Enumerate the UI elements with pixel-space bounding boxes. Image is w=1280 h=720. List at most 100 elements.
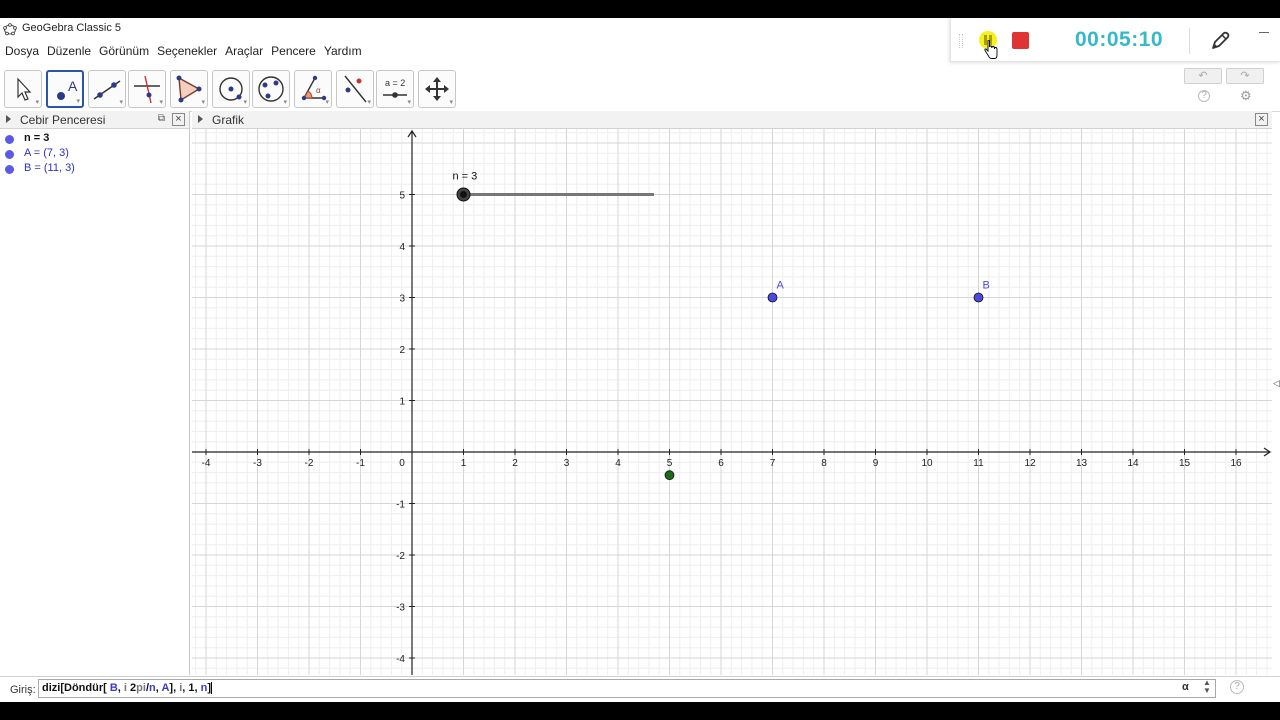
- y-tick-label: 4: [399, 242, 405, 253]
- x-tick-label: 6: [718, 458, 724, 469]
- geogebra-window: GeoGebra Classic 5 Dosya Düzenle Görünüm…: [0, 18, 1280, 702]
- symbol-alpha-button[interactable]: α: [1182, 681, 1189, 693]
- perpendicular-line-tool[interactable]: ▾: [128, 70, 166, 108]
- graphics-canvas[interactable]: -4 -3 -2 -1 0 1 2 3 4 5 6 7 8 9 10 11 12 13 14 15 1654321-1-…: [192, 129, 1272, 675]
- reflect-icon: [344, 75, 367, 103]
- move-graphics-tool[interactable]: ▾: [418, 70, 456, 108]
- close-icon[interactable]: ×: [172, 113, 185, 126]
- circle-center-icon: [219, 77, 243, 101]
- undo-button[interactable]: ↶: [1184, 68, 1222, 84]
- expand-panel-icon[interactable]: ◁: [1273, 378, 1280, 389]
- line-icon: [93, 80, 121, 100]
- point-label: B: [983, 280, 990, 292]
- perpendicular-icon: [134, 75, 160, 104]
- point-tool[interactable]: A ▾: [46, 70, 84, 108]
- ellipse-tool[interactable]: ▾: [252, 70, 290, 108]
- menu-tools[interactable]: Araçlar: [221, 42, 267, 62]
- x-tick-label: 7: [770, 458, 776, 469]
- text-caret: [211, 682, 212, 695]
- toolbar: ▾ A ▾ ▾ ▾ ▾ ▾ ▾ α ▾ ▾ a = 2 ▾ ▾ ↶ ↷ ? ⚙: [0, 66, 1280, 112]
- point-B[interactable]: [973, 292, 984, 303]
- x-tick-label: 11: [973, 458, 984, 469]
- point-label: A: [777, 280, 785, 292]
- algebra-view-header: Cebir Penceresi ⧉ ×: [0, 111, 189, 129]
- x-tick-label: 3: [564, 458, 570, 469]
- x-tick-label: 15: [1179, 458, 1191, 469]
- y-tick-label: -2: [396, 551, 405, 562]
- algebra-item[interactable]: B = (11, 3): [0, 162, 189, 177]
- menu-window[interactable]: Pencere: [267, 42, 320, 62]
- x-tick-label: 5: [667, 458, 673, 469]
- x-tick-label: -4: [202, 458, 211, 469]
- window-title: GeoGebra Classic 5: [22, 22, 122, 34]
- graphics-view-header: Grafik ×: [192, 111, 1272, 129]
- algebra-view-title: Cebir Penceresi: [20, 113, 106, 127]
- move-graphics-icon: [425, 77, 449, 101]
- input-help-icon[interactable]: ?: [1230, 680, 1244, 694]
- angle-tool[interactable]: α ▾: [294, 70, 332, 108]
- circle-tool[interactable]: ▾: [212, 70, 250, 108]
- menu-file[interactable]: Dosya: [0, 42, 43, 62]
- arrow-pointer-icon: [17, 77, 32, 101]
- algebra-item-text: n = 3: [24, 132, 50, 144]
- visibility-toggle[interactable]: [5, 135, 14, 144]
- x-tick-label: 14: [1127, 458, 1139, 469]
- collapse-triangle-icon[interactable]: [6, 115, 11, 123]
- x-tick-label: -2: [305, 458, 314, 469]
- collapse-triangle-icon[interactable]: [198, 115, 203, 123]
- x-tick-label: 2: [512, 458, 518, 469]
- x-tick-label: 12: [1024, 458, 1036, 469]
- command-input[interactable]: dizi[Döndür[ B, i 2pi/n, A], i, 1, n]: [38, 679, 1216, 698]
- input-token: n: [149, 682, 156, 694]
- menu-options[interactable]: Seçenekler: [153, 42, 221, 62]
- visibility-toggle[interactable]: [5, 165, 14, 174]
- y-tick-label: 2: [399, 345, 405, 356]
- x-tick-label: 16: [1230, 458, 1242, 469]
- hand-cursor-icon: [984, 40, 998, 59]
- y-tick-label: -4: [396, 654, 405, 665]
- undock-icon[interactable]: ⧉: [158, 113, 165, 124]
- menu-help[interactable]: Yardım: [320, 42, 366, 62]
- move-tool[interactable]: ▾: [4, 70, 42, 108]
- point-A[interactable]: [767, 292, 778, 303]
- svg-text:A: A: [68, 78, 78, 94]
- point-unlabeled[interactable]: [664, 470, 675, 481]
- screen-recorder-widget: 00:05:10: [950, 18, 1280, 62]
- algebra-item[interactable]: n = 3: [0, 132, 189, 147]
- menu-edit[interactable]: Düzenle: [43, 42, 95, 62]
- x-tick-label: 8: [821, 458, 827, 469]
- slider-tool[interactable]: a = 2 ▾: [376, 70, 414, 108]
- slider-tool-label: a = 2: [385, 78, 405, 88]
- input-token: ],: [169, 682, 180, 694]
- spinner-arrows-icon[interactable]: ▲ ▼: [1203, 679, 1211, 695]
- drag-handle[interactable]: [959, 34, 963, 48]
- algebra-item[interactable]: A = (7, 3): [0, 147, 189, 162]
- help-icon[interactable]: ?: [1198, 90, 1210, 102]
- menu-view[interactable]: Görünüm: [95, 42, 153, 62]
- x-tick-label: 0: [399, 458, 405, 469]
- reflect-tool[interactable]: ▾: [336, 70, 374, 108]
- minimize-icon[interactable]: [1259, 32, 1269, 33]
- graphics-view: Grafik × -4 -3 -2 -1 0 1 2 3 4 5 6 7 8 9 10 11 12 13 14 15 1…: [192, 111, 1272, 675]
- pen-icon[interactable]: [1209, 30, 1231, 52]
- slider-handle-center: [460, 191, 467, 198]
- algebra-item-text: B = (11, 3): [24, 162, 75, 174]
- gear-icon[interactable]: ⚙: [1240, 88, 1252, 104]
- polygon-tool[interactable]: ▾: [170, 70, 208, 108]
- stop-icon[interactable]: [1012, 32, 1029, 49]
- input-label: Giriş:: [10, 684, 36, 696]
- menu-bar: Dosya Düzenle Görünüm Seçenekler Araçlar…: [0, 42, 366, 62]
- algebra-item-text: A = (7, 3): [24, 147, 69, 159]
- close-icon[interactable]: ×: [1255, 113, 1268, 126]
- input-bar: Giriş: dizi[Döndür[ B, i 2pi/n, A], i, 1…: [0, 676, 1280, 702]
- svg-text:α: α: [316, 86, 321, 95]
- input-token: 2: [126, 682, 137, 694]
- slider-label: n = 3: [453, 171, 478, 183]
- x-tick-label: 10: [921, 458, 933, 469]
- recording-timer: 00:05:10: [1075, 28, 1164, 51]
- line-tool[interactable]: ▾: [88, 70, 126, 108]
- input-token: B: [109, 682, 118, 694]
- visibility-toggle[interactable]: [5, 150, 14, 159]
- y-tick-label: -3: [396, 603, 405, 614]
- redo-button[interactable]: ↷: [1226, 68, 1264, 84]
